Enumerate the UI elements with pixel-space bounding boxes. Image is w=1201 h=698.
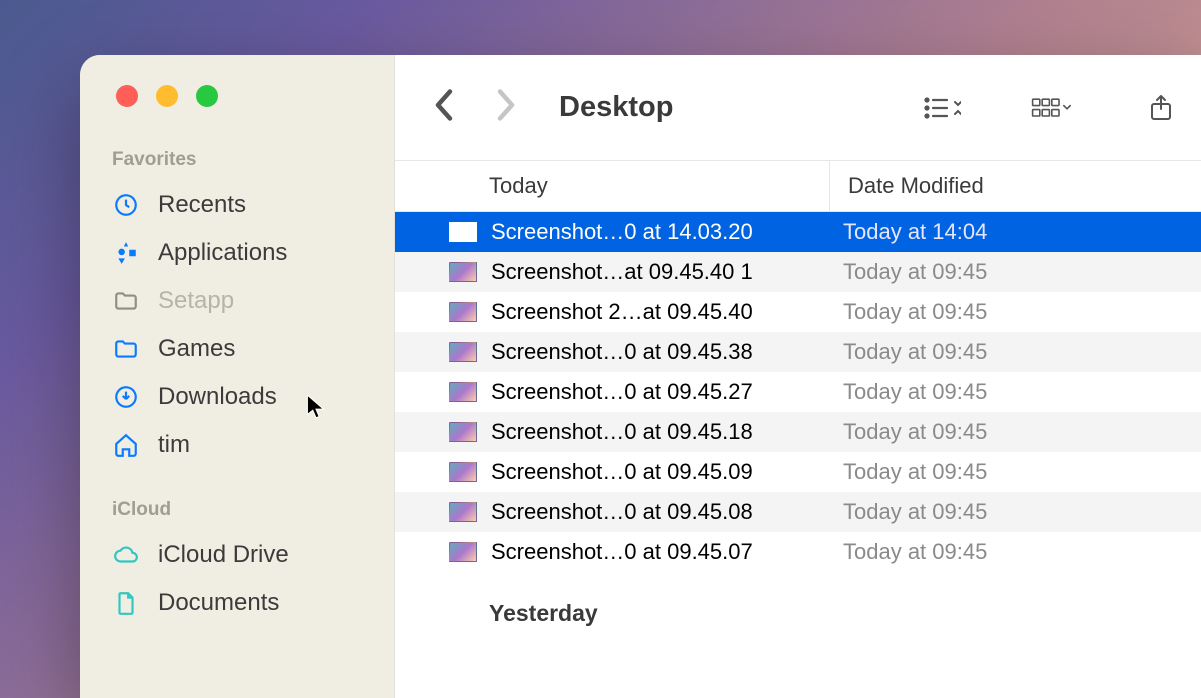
sidebar-item-home[interactable]: tim bbox=[80, 421, 394, 469]
location-title: Desktop bbox=[559, 91, 673, 124]
sidebar: Favorites Recents Applications Setapp bbox=[80, 55, 395, 698]
group-by-button[interactable] bbox=[1031, 93, 1071, 123]
folder-icon bbox=[112, 287, 140, 315]
file-date-modified: Today at 09:45 bbox=[825, 379, 1201, 405]
sidebar-item-label: Downloads bbox=[158, 383, 277, 411]
file-date-modified: Today at 09:45 bbox=[825, 419, 1201, 445]
close-window-button[interactable] bbox=[116, 85, 138, 107]
file-date-modified: Today at 14:04 bbox=[825, 219, 1201, 245]
finder-window: Favorites Recents Applications Setapp bbox=[80, 55, 1201, 698]
file-thumbnail-icon bbox=[449, 302, 477, 322]
file-date-modified: Today at 09:45 bbox=[825, 299, 1201, 325]
apps-icon bbox=[112, 239, 140, 267]
download-icon bbox=[112, 383, 140, 411]
file-name: Screenshot…0 at 09.45.27 bbox=[491, 379, 825, 405]
window-controls bbox=[80, 85, 394, 107]
file-name: Screenshot…0 at 09.45.07 bbox=[491, 539, 825, 565]
cloud-icon bbox=[112, 541, 140, 569]
file-thumbnail-icon bbox=[449, 502, 477, 522]
sidebar-item-label: iCloud Drive bbox=[158, 541, 289, 569]
file-date-modified: Today at 09:45 bbox=[825, 499, 1201, 525]
sidebar-section-icloud: iCloud iCloud Drive Documents bbox=[80, 499, 394, 627]
file-thumbnail-icon bbox=[449, 222, 477, 242]
main-area: Desktop bbox=[395, 55, 1201, 698]
sidebar-item-downloads[interactable]: Downloads bbox=[80, 373, 394, 421]
sidebar-item-documents[interactable]: Documents bbox=[80, 579, 394, 627]
file-name: Screenshot…0 at 14.03.20 bbox=[491, 219, 825, 245]
file-date-modified: Today at 09:45 bbox=[825, 259, 1201, 285]
sidebar-item-label: tim bbox=[158, 431, 190, 459]
folder-icon bbox=[112, 335, 140, 363]
file-row[interactable]: Screenshot…0 at 09.45.38Today at 09:45 bbox=[395, 332, 1201, 372]
file-row[interactable]: Screenshot…at 09.45.40 1Today at 09:45 bbox=[395, 252, 1201, 292]
sidebar-item-label: Recents bbox=[158, 191, 246, 219]
file-list: Screenshot…0 at 14.03.20Today at 14:04Sc… bbox=[395, 212, 1201, 698]
view-mode-button[interactable] bbox=[921, 93, 961, 123]
sidebar-section-label: Favorites bbox=[80, 149, 394, 181]
file-row[interactable]: Screenshot…0 at 09.45.09Today at 09:45 bbox=[395, 452, 1201, 492]
file-thumbnail-icon bbox=[449, 262, 477, 282]
file-name: Screenshot…0 at 09.45.09 bbox=[491, 459, 825, 485]
file-name: Screenshot…at 09.45.40 1 bbox=[491, 259, 825, 285]
sidebar-item-label: Games bbox=[158, 335, 235, 363]
sidebar-item-applications[interactable]: Applications bbox=[80, 229, 394, 277]
sidebar-item-icloud-drive[interactable]: iCloud Drive bbox=[80, 531, 394, 579]
file-thumbnail-icon bbox=[449, 342, 477, 362]
clock-icon bbox=[112, 191, 140, 219]
doc-icon bbox=[112, 589, 140, 617]
sidebar-item-label: Documents bbox=[158, 589, 279, 617]
file-row[interactable]: Screenshot…0 at 09.45.18Today at 09:45 bbox=[395, 412, 1201, 452]
zoom-window-button[interactable] bbox=[196, 85, 218, 107]
sidebar-section-favorites: Favorites Recents Applications Setapp bbox=[80, 149, 394, 469]
sidebar-section-label: iCloud bbox=[80, 499, 394, 531]
file-date-modified: Today at 09:45 bbox=[825, 539, 1201, 565]
column-headers: Today Date Modified bbox=[395, 160, 1201, 212]
file-thumbnail-icon bbox=[449, 462, 477, 482]
file-date-modified: Today at 09:45 bbox=[825, 459, 1201, 485]
file-thumbnail-icon bbox=[449, 422, 477, 442]
file-row[interactable]: Screenshot…0 at 09.45.08Today at 09:45 bbox=[395, 492, 1201, 532]
toolbar: Desktop bbox=[395, 55, 1201, 160]
file-row[interactable]: Screenshot…0 at 09.45.27Today at 09:45 bbox=[395, 372, 1201, 412]
sidebar-item-games[interactable]: Games bbox=[80, 325, 394, 373]
file-name: Screenshot…0 at 09.45.38 bbox=[491, 339, 825, 365]
column-header-name[interactable]: Today bbox=[395, 173, 829, 199]
file-name: Screenshot…0 at 09.45.18 bbox=[491, 419, 825, 445]
sidebar-item-label: Setapp bbox=[158, 287, 234, 315]
file-date-modified: Today at 09:45 bbox=[825, 339, 1201, 365]
file-name: Screenshot 2…at 09.45.40 bbox=[491, 299, 825, 325]
sidebar-item-label: Applications bbox=[158, 239, 287, 267]
file-row[interactable]: Screenshot…0 at 14.03.20Today at 14:04 bbox=[395, 212, 1201, 252]
file-name: Screenshot…0 at 09.45.08 bbox=[491, 499, 825, 525]
file-row[interactable]: Screenshot 2…at 09.45.40Today at 09:45 bbox=[395, 292, 1201, 332]
minimize-window-button[interactable] bbox=[156, 85, 178, 107]
group-label: Yesterday bbox=[395, 572, 1201, 639]
share-button[interactable] bbox=[1141, 93, 1181, 123]
nav-arrows bbox=[431, 87, 519, 128]
file-row[interactable]: Screenshot…0 at 09.45.07Today at 09:45 bbox=[395, 532, 1201, 572]
column-header-date[interactable]: Date Modified bbox=[829, 161, 1201, 211]
home-icon bbox=[112, 431, 140, 459]
file-thumbnail-icon bbox=[449, 382, 477, 402]
sidebar-item-recents[interactable]: Recents bbox=[80, 181, 394, 229]
sidebar-item-setapp[interactable]: Setapp bbox=[80, 277, 394, 325]
forward-button[interactable] bbox=[493, 87, 519, 128]
file-thumbnail-icon bbox=[449, 542, 477, 562]
back-button[interactable] bbox=[431, 87, 457, 128]
